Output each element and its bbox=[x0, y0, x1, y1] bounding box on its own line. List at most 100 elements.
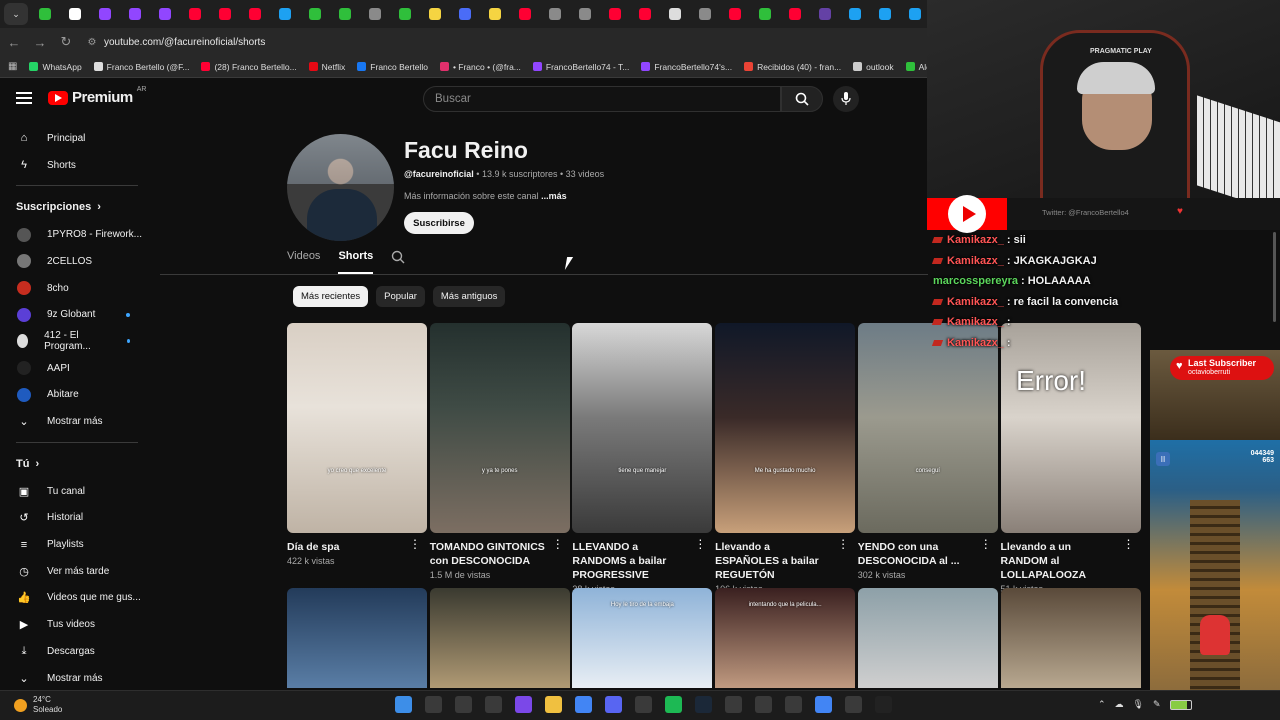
github-icon[interactable] bbox=[635, 696, 652, 713]
reload-button[interactable]: ↻ bbox=[54, 30, 78, 54]
more-options-icon[interactable]: ⋮ bbox=[409, 537, 421, 551]
windows-start-icon[interactable] bbox=[395, 696, 412, 713]
browser-tab[interactable] bbox=[122, 3, 148, 25]
sidebar-item[interactable]: ⌄ Mostrar más bbox=[0, 408, 150, 435]
bookmark-item[interactable]: Netflix bbox=[308, 62, 345, 72]
browser-tab[interactable] bbox=[182, 3, 208, 25]
tab-shorts[interactable]: Shorts bbox=[338, 250, 374, 274]
back-button[interactable]: ← bbox=[2, 30, 26, 54]
chrome-2-icon[interactable] bbox=[815, 696, 832, 713]
forward-button[interactable]: → bbox=[28, 30, 52, 54]
tab-list-dropdown[interactable]: ⌄ bbox=[4, 3, 28, 25]
browser-tab[interactable] bbox=[422, 3, 448, 25]
search-input[interactable]: Buscar bbox=[423, 86, 781, 112]
drive-icon[interactable] bbox=[725, 696, 742, 713]
browser-tab[interactable] bbox=[602, 3, 628, 25]
sidebar-item[interactable]: ⤓ Descargas bbox=[0, 638, 150, 665]
you-heading[interactable]: Tú › bbox=[0, 450, 150, 478]
browser-tab[interactable] bbox=[512, 3, 538, 25]
sidebar-item[interactable]: 👍 Videos que me gus... bbox=[0, 585, 150, 612]
short-card[interactable]: tiene que manejar LLEVANDO a RANDOMS a ba… bbox=[572, 323, 713, 594]
sidebar-item[interactable]: 9z Globant bbox=[0, 301, 150, 328]
subscriptions-heading[interactable]: Suscripciones › bbox=[0, 193, 150, 221]
channel-description[interactable]: Más información sobre este canal ...más bbox=[404, 191, 567, 201]
browser-tab[interactable] bbox=[482, 3, 508, 25]
onedrive-icon[interactable]: ☁ bbox=[1115, 699, 1124, 710]
short-card[interactable]: y ya te pones TOMANDO GINTONICS con DESCO… bbox=[429, 323, 570, 580]
browser-tab[interactable] bbox=[392, 3, 418, 25]
more-options-icon[interactable]: ⋮ bbox=[1123, 537, 1135, 551]
sidebar-item[interactable]: ◷ Ver más tarde bbox=[0, 558, 150, 585]
short-title[interactable]: Llevando a ESPAÑOLES a bailar REGUETÓN bbox=[715, 540, 833, 582]
browser-tab[interactable] bbox=[752, 3, 778, 25]
sidebar-item[interactable]: ⌄ Mostrar más bbox=[0, 665, 150, 692]
short-thumbnail[interactable]: intentando que la pelicula... bbox=[715, 588, 856, 688]
bookmark-item[interactable]: Franco Bertello bbox=[357, 62, 428, 72]
store-icon[interactable] bbox=[485, 696, 502, 713]
subscribe-button[interactable]: Suscribirse bbox=[404, 212, 474, 234]
short-thumbnail[interactable] bbox=[429, 588, 570, 688]
bookmark-item[interactable]: • Franco • (@fra... bbox=[439, 62, 521, 72]
browser-tab[interactable] bbox=[242, 3, 268, 25]
browser-tab[interactable] bbox=[362, 3, 388, 25]
youtube-premium-logo[interactable]: Premium AR bbox=[48, 86, 146, 106]
chevron-up-icon[interactable]: ⌃ bbox=[1098, 699, 1106, 710]
short-card[interactable]: Me ha gustado muchio Llevando a ESPAÑOLES… bbox=[715, 323, 856, 594]
more-options-icon[interactable]: ⋮ bbox=[552, 537, 564, 551]
chip-popular[interactable]: Popular bbox=[376, 286, 425, 307]
chip-recent[interactable]: Más recientes bbox=[293, 286, 369, 307]
sidebar-item[interactable]: AAPI bbox=[0, 355, 150, 382]
browser-tab[interactable] bbox=[872, 3, 898, 25]
pen-icon[interactable]: ✎ bbox=[1153, 699, 1161, 710]
browser-tab[interactable] bbox=[842, 3, 868, 25]
bookmark-item[interactable]: (28) Franco Bertello... bbox=[201, 62, 297, 72]
short-card[interactable]: conseguí YENDO con una DESCONOCIDA al ...… bbox=[857, 323, 998, 580]
short-thumbnail[interactable]: conseguí bbox=[857, 323, 998, 533]
browser-tab[interactable] bbox=[332, 3, 358, 25]
spotify-icon[interactable] bbox=[665, 696, 682, 713]
url-text[interactable]: youtube.com/@facureinoficial/shorts bbox=[104, 37, 265, 48]
browser-tab[interactable] bbox=[812, 3, 838, 25]
bookmark-item[interactable]: Franco Bertello (@F... bbox=[93, 62, 189, 72]
mic-tray-icon[interactable]: 🎙 bbox=[1133, 699, 1144, 710]
search-button[interactable] bbox=[781, 86, 823, 112]
sidebar-item[interactable]: ϟ Shorts bbox=[0, 152, 150, 179]
browser-tab[interactable] bbox=[662, 3, 688, 25]
browser-tab[interactable] bbox=[782, 3, 808, 25]
browser-tab[interactable] bbox=[272, 3, 298, 25]
weather-widget[interactable]: 24°C Soleado bbox=[14, 695, 62, 715]
search-icon[interactable] bbox=[425, 696, 442, 713]
browser-tab[interactable] bbox=[302, 3, 328, 25]
chrome-icon[interactable] bbox=[575, 696, 592, 713]
more-options-icon[interactable]: ⋮ bbox=[980, 537, 992, 551]
battery-icon[interactable] bbox=[1169, 699, 1192, 710]
monitor-icon[interactable] bbox=[785, 696, 802, 713]
apps-icon[interactable]: ▦ bbox=[8, 61, 17, 72]
sidebar-item[interactable]: ⌂ Principal bbox=[0, 125, 150, 152]
sidebar-item[interactable]: ↺ Historial bbox=[0, 505, 150, 532]
browser-tab[interactable] bbox=[452, 3, 478, 25]
sidebar-item[interactable]: 8cho bbox=[0, 275, 150, 302]
browser-tab[interactable] bbox=[632, 3, 658, 25]
more-options-icon[interactable]: ⋮ bbox=[837, 537, 849, 551]
browser-tab[interactable] bbox=[92, 3, 118, 25]
short-thumbnail[interactable]: Hoy le tiro de la embaja bbox=[572, 588, 713, 688]
short-title[interactable]: Llevando a un RANDOM al LOLLAPALOOZA bbox=[1001, 540, 1119, 582]
browser-tab[interactable] bbox=[32, 3, 58, 25]
sidebar-item[interactable]: 412 - El Program... bbox=[0, 328, 150, 355]
more-options-icon[interactable]: ⋮ bbox=[694, 537, 706, 551]
short-title[interactable]: TOMANDO GINTONICS con DESCONOCIDA bbox=[430, 540, 548, 568]
menu-icon[interactable] bbox=[16, 92, 32, 104]
sidebar-item[interactable]: 1PYRO8 - Firework... bbox=[0, 221, 150, 248]
sidebar-item[interactable]: ▶ Tus videos bbox=[0, 611, 150, 638]
calculator-icon[interactable] bbox=[845, 696, 862, 713]
browser-tab[interactable] bbox=[722, 3, 748, 25]
browser-tab[interactable] bbox=[902, 3, 928, 25]
short-thumbnail[interactable] bbox=[857, 588, 998, 688]
sidebar-item[interactable]: Abitare bbox=[0, 382, 150, 409]
browser-tab[interactable] bbox=[572, 3, 598, 25]
bookmark-item[interactable]: outlook bbox=[853, 62, 894, 72]
task-view-icon[interactable] bbox=[455, 696, 472, 713]
bookmark-item[interactable]: WhatsApp bbox=[29, 62, 82, 72]
more-link[interactable]: ...más bbox=[541, 191, 567, 201]
